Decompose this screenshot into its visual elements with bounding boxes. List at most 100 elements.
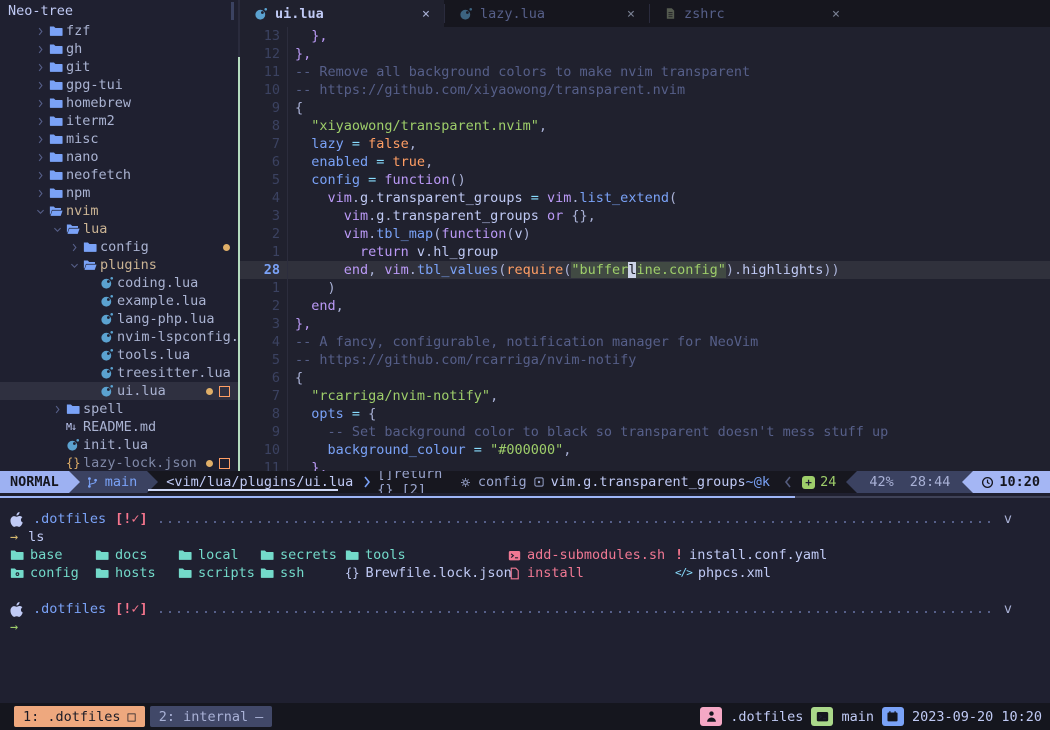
tree-item-lazy-lock-json[interactable]: {}lazy-lock.json [0,454,238,471]
code-line-current: 28end, vim.tbl_values(require("bufferlin… [240,261,1050,279]
ls-item-add-submodules-sh: add-submodules.sh [508,546,675,564]
code-text: return v.hl_group [288,243,498,261]
ls-item-secrets: secrets [260,546,345,564]
tree-item-nano[interactable]: nano [0,148,238,166]
ls-item-label: docs [115,546,148,564]
folder-open-icon [66,222,80,236]
neotree-scrollbar[interactable] [231,2,234,20]
tree-item-lang-php-lua[interactable]: lang-php.lua [0,310,238,328]
code-line: 5config = function() [240,171,1050,189]
chevron-down-icon [49,224,66,235]
tree-item-example-lua[interactable]: example.lua [0,292,238,310]
code-line: 7"rcarriga/nvim-notify", [240,387,1050,405]
tree-item-neofetch[interactable]: neofetch [0,166,238,184]
code-line: 4-- A fancy, configurable, notification … [240,333,1050,351]
ls-item-hosts: hosts [95,564,178,582]
tree-item-npm[interactable]: npm [0,184,238,202]
tab-ui-lua[interactable]: ui.lua× [240,0,444,27]
cursor-position: 28:44 [910,474,951,490]
line-number: 28 [240,261,288,279]
tree-item-plugins[interactable]: plugins [0,256,238,274]
tree-item-spell[interactable]: spell [0,400,238,418]
tab-zshrc[interactable]: zshrc × [650,0,854,27]
tree-item-misc[interactable]: misc [0,130,238,148]
tree-item-tools-lua[interactable]: tools.lua [0,346,238,364]
scroll-position-segment: 42% 28:44 [857,471,962,493]
chevron-right-icon [363,474,371,490]
current-prompt-line[interactable]: → [0,618,1050,636]
tree-item-coding-lua[interactable]: coding.lua [0,274,238,292]
code-line: 10-- https://github.com/xiyaowong/transp… [240,81,1050,99]
chevron-right-icon [32,98,49,109]
code-line: 1) [240,279,1050,297]
tree-item-config[interactable]: config [0,238,238,256]
tree-item-treesitter-lua[interactable]: treesitter.lua [0,364,238,382]
chevron-down-icon [66,260,83,271]
shell-pane[interactable]: .dotfiles [!✓] v → ls basedocslocalsecre… [0,498,1050,703]
tmux-session-name: .dotfiles [730,709,803,725]
code-icon: </> [675,564,692,582]
modified-dot-icon [206,460,213,467]
md-icon: M↓ [66,422,76,433]
tree-item-homebrew[interactable]: homebrew [0,94,238,112]
line-number: 8 [240,405,288,423]
git-branch-icon [86,476,99,489]
code-line: 7lazy = false, [240,135,1050,153]
git-branch-segment[interactable]: main [80,471,148,493]
folder-icon [49,168,63,182]
tree-item-label: git [66,59,90,75]
tree-item-label: config [100,239,149,255]
close-icon[interactable]: × [832,6,840,22]
line-number: 7 [240,387,288,405]
tmux-window-1-dotfiles[interactable]: 1: .dotfiles□ [14,706,145,727]
tree-item-git[interactable]: git [0,58,238,76]
code-line: 10background_colour = "#000000", [240,441,1050,459]
code-text: background_colour = "#000000", [288,441,571,459]
folder-icon [49,78,63,92]
chevron-right-icon [32,80,49,91]
close-icon[interactable]: × [422,6,430,22]
line-number: 11 [240,459,288,471]
code-text: }, [288,27,328,45]
ls-item-label: ssh [280,564,304,582]
ls-item-label: hosts [115,564,156,582]
tree-item-gh[interactable]: gh [0,40,238,58]
code-text: ) [288,279,336,297]
tree-item-ui-lua[interactable]: ui.lua [0,382,238,400]
tree-item-iterm2[interactable]: iterm2 [0,112,238,130]
lua-icon [100,312,114,326]
ls-item-label: install.conf.yaml [689,546,827,564]
apple-icon [10,601,24,617]
tab-label: zshrc [684,6,725,22]
prompt-tail: v [1004,600,1012,618]
code-text: -- Remove all background colors to make … [288,63,750,81]
tmux-window-2-internal[interactable]: 2: internal– [150,706,273,727]
chevron-right-icon [32,188,49,199]
session-icon [700,707,722,726]
tree-item-nvim[interactable]: nvim [0,202,238,220]
code-text: vim.g.transparent_groups or {}, [288,207,596,225]
tree-item-init-lua[interactable]: init.lua [0,436,238,454]
line-number: 2 [240,225,288,243]
folder-icon [178,566,192,580]
tree-item-lua[interactable]: lua [0,220,238,238]
close-icon[interactable]: × [627,6,635,22]
folder-cog-icon [10,566,24,580]
terminal-icon [811,707,833,726]
tree-item-gpg-tui[interactable]: gpg-tui [0,76,238,94]
code-editor[interactable]: 13},12},11-- Remove all background color… [240,27,1050,471]
ls-item-label: Brewfile.lock.json [365,564,511,582]
tree-item-nvim-lspconfig-[interactable]: nvim-lspconfig. [0,328,238,346]
tmux-datetime: 2023-09-20 10:20 [912,709,1042,725]
prompt-arrow-icon: → [10,618,18,636]
tree-item-fzf[interactable]: fzf [0,22,238,40]
line-number: 6 [240,369,288,387]
breadcrumb: []return {} [2] config vim.g.transparent… [359,471,745,493]
tab-lazy-lua[interactable]: lazy.lua× [445,0,649,27]
ls-item-label: config [30,564,79,582]
chevron-right-icon [32,62,49,73]
chevron-right-icon [32,116,49,127]
tree-item-readme-md[interactable]: M↓README.md [0,418,238,436]
folder-icon [49,42,63,56]
ls-output-row-1: basedocslocalsecretstoolsadd-submodules.… [0,546,1050,564]
